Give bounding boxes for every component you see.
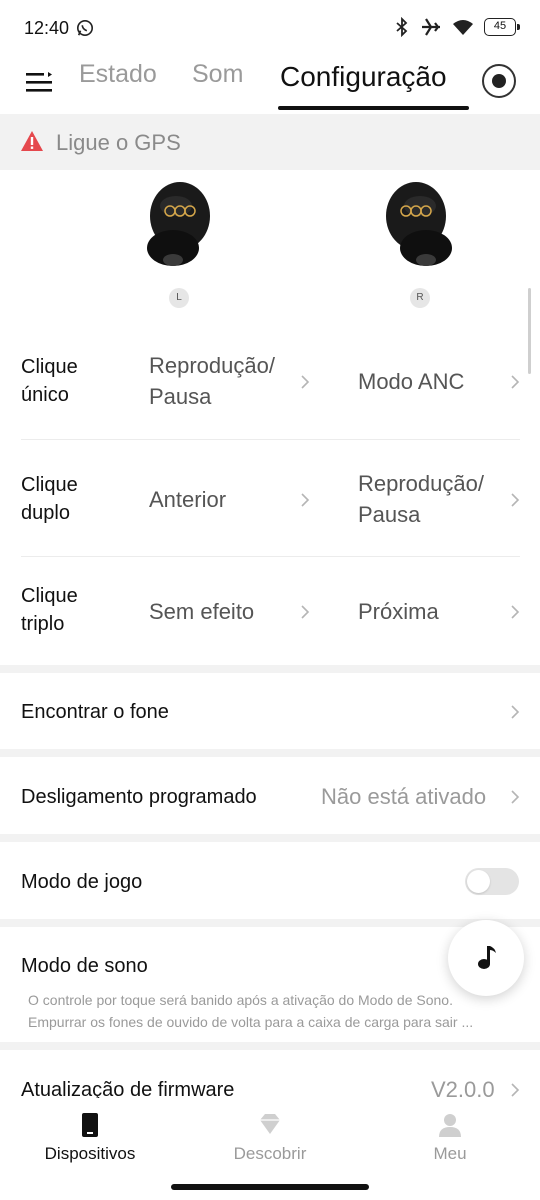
airplane-icon	[422, 18, 440, 36]
gesture-name: Clique triplo	[21, 585, 78, 635]
game-mode-row: Modo de jogo	[0, 842, 540, 919]
gesture-name: Clique único	[21, 356, 78, 406]
gesture-row-triple: Clique triplo Sem efeito Próxima	[0, 582, 540, 662]
nav-label: Meu	[433, 1144, 467, 1163]
wifi-icon	[453, 20, 473, 35]
bluetooth-icon	[396, 17, 408, 37]
gps-banner[interactable]: Ligue o GPS	[0, 114, 540, 170]
chevron-right-icon	[301, 375, 310, 389]
battery-icon: 45	[484, 18, 520, 36]
bottom-navigation: Dispositivos Descobrir Meu	[0, 1098, 540, 1200]
person-icon	[439, 1114, 461, 1137]
chevron-right-icon	[511, 705, 520, 719]
game-mode-label: Modo de jogo	[21, 871, 143, 893]
gesture-right-action[interactable]: Modo ANC	[358, 366, 464, 397]
scheduled-off-label: Desligamento programado	[21, 786, 257, 808]
nav-label: Dispositivos	[44, 1144, 136, 1163]
left-earbud-label: L	[169, 288, 189, 308]
scheduled-off-row[interactable]: Desligamento programado Não está ativado	[0, 757, 540, 834]
gps-banner-text: Ligue o GPS	[56, 130, 181, 155]
tab-estado[interactable]: Estado	[79, 60, 157, 89]
chevron-right-icon	[511, 790, 520, 804]
gesture-right-action[interactable]: Reprodução/ Pausa	[358, 468, 484, 530]
gesture-name: Clique duplo	[21, 474, 78, 524]
gesture-left-action[interactable]: Sem efeito	[149, 596, 254, 627]
status-time: 12:40	[24, 18, 70, 38]
chevron-right-icon	[511, 375, 520, 389]
chevron-right-icon	[511, 493, 520, 507]
chevron-right-icon	[301, 493, 310, 507]
chevron-right-icon	[511, 605, 520, 619]
music-note-icon	[478, 946, 496, 969]
right-earbud-image	[386, 182, 452, 266]
whatsapp-icon	[76, 19, 94, 37]
gesture-row-double: Clique duplo Anterior Reprodução/ Pausa	[0, 468, 540, 558]
sleep-mode-description: O controle por toque será banido após a …	[28, 992, 474, 1030]
left-earbud-image	[147, 182, 210, 266]
chevron-right-icon	[301, 605, 310, 619]
nav-dispositivos[interactable]: Dispositivos	[0, 1112, 180, 1164]
menu-icon[interactable]	[26, 70, 56, 94]
status-icons: 45	[394, 17, 520, 37]
right-earbud-label: R	[410, 288, 430, 308]
music-player-button[interactable]	[448, 920, 524, 996]
nav-meu[interactable]: Meu	[360, 1112, 540, 1164]
gesture-row-single: Clique único Reprodução/ Pausa Modo ANC	[0, 350, 540, 440]
divider	[21, 556, 520, 557]
find-earphone-row[interactable]: Encontrar o fone	[0, 673, 540, 749]
gesture-right-action[interactable]: Próxima	[358, 596, 439, 627]
earbud-icon	[492, 74, 506, 88]
toggle-knob	[467, 870, 490, 893]
warning-icon	[21, 131, 43, 151]
chevron-right-icon	[511, 1083, 520, 1097]
top-header: Estado Som Configuração	[0, 56, 540, 114]
nav-label: Descobrir	[233, 1144, 307, 1163]
gestures-card: L R Clique único Reprodução/ Pausa Modo …	[0, 170, 540, 665]
tab-som[interactable]: Som	[192, 60, 243, 89]
home-indicator[interactable]	[171, 1184, 369, 1190]
gesture-left-action[interactable]: Anterior	[149, 484, 226, 515]
status-bar: 12:40 45	[0, 0, 540, 56]
device-avatar[interactable]	[482, 64, 516, 98]
diamond-icon	[260, 1114, 280, 1134]
gesture-left-action[interactable]: Reprodução/ Pausa	[149, 350, 275, 412]
find-earphone-label: Encontrar o fone	[21, 701, 169, 723]
active-tab-indicator	[278, 106, 469, 110]
phone-device-icon	[82, 1113, 98, 1137]
divider	[21, 439, 520, 440]
scheduled-off-value: Não está ativado	[321, 784, 487, 809]
tab-configuracao[interactable]: Configuração	[280, 61, 447, 93]
sleep-mode-label: Modo de sono	[21, 955, 148, 977]
nav-descobrir[interactable]: Descobrir	[180, 1112, 360, 1164]
game-mode-toggle[interactable]	[465, 868, 519, 895]
